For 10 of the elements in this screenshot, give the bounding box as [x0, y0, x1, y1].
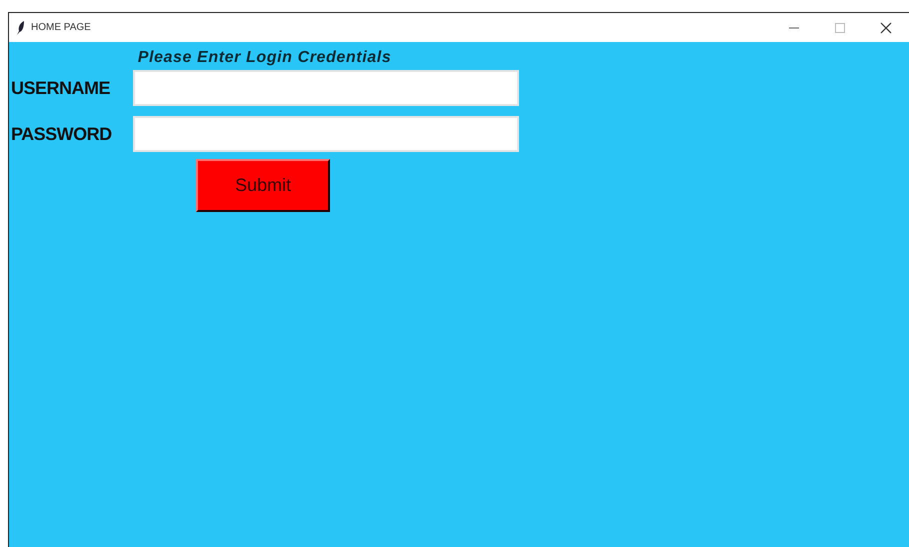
- maximize-icon: [835, 22, 845, 32]
- field-label: PASSWORD: [11, 124, 113, 144]
- submit-button[interactable]: Submit: [196, 159, 330, 212]
- feather-icon: [17, 20, 25, 34]
- password-field[interactable]: [133, 116, 519, 152]
- field-label: USERNAME: [11, 78, 112, 98]
- username-field[interactable]: [133, 70, 519, 106]
- window-title: HOME PAGE: [31, 22, 92, 33]
- close-icon: [880, 22, 892, 34]
- login-heading: Please Enter Login Credentials: [136, 48, 392, 68]
